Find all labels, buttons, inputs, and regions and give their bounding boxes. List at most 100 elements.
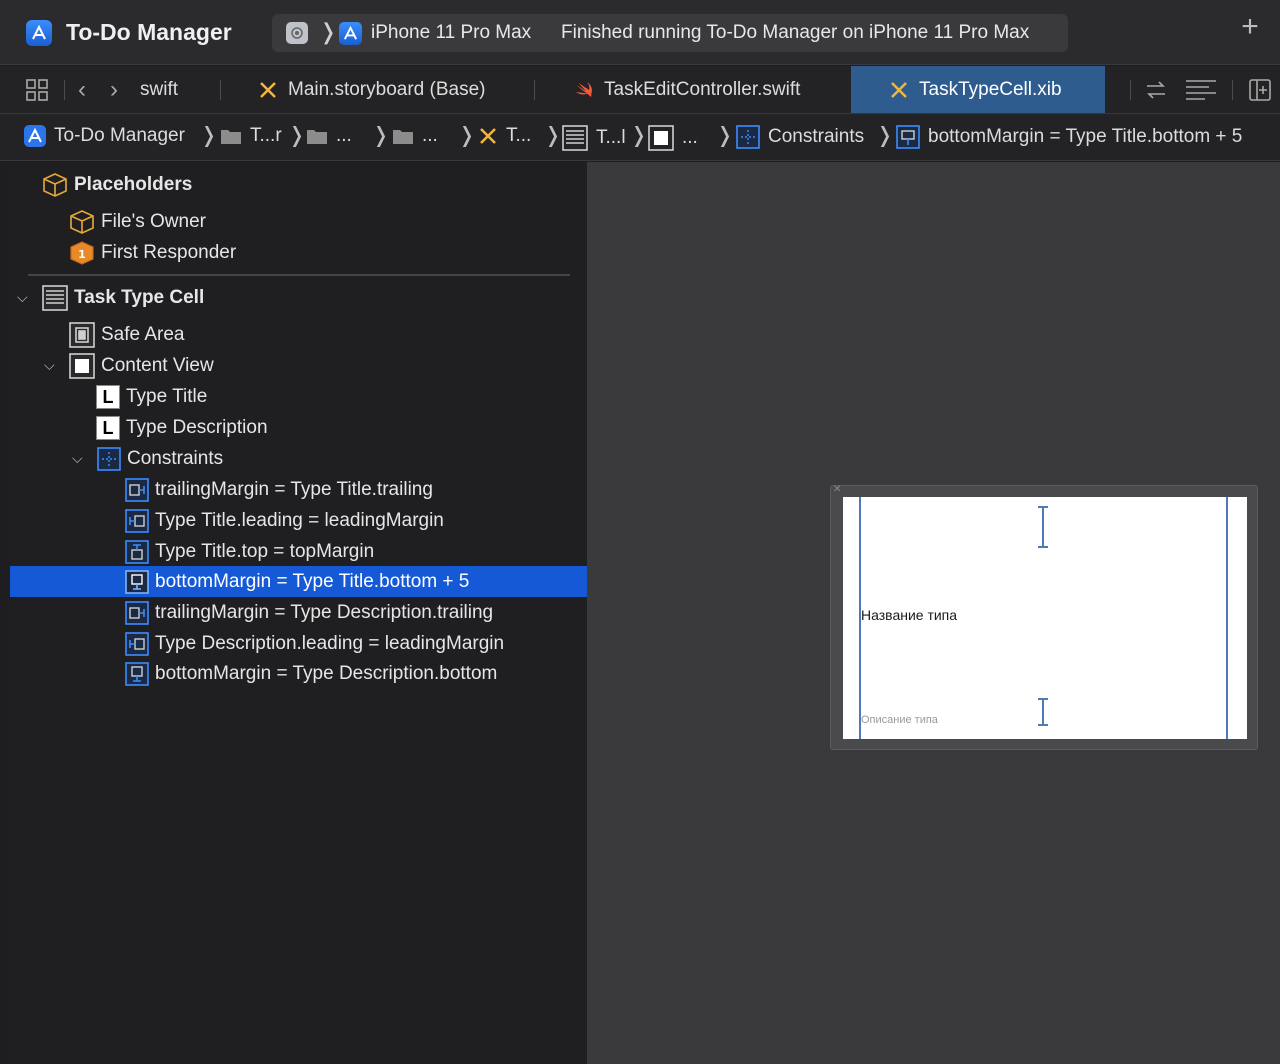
table-cell-icon bbox=[42, 285, 68, 311]
outline-row-type-description[interactable]: L Type Description bbox=[10, 413, 587, 443]
jump-item-cell[interactable]: T...l bbox=[562, 125, 626, 151]
jump-item-constraints[interactable]: Constraints bbox=[736, 125, 864, 149]
svg-text:1: 1 bbox=[78, 248, 86, 261]
chevron-right-icon: ❭ bbox=[200, 124, 218, 147]
jump-item-project[interactable]: To-Do Manager bbox=[24, 125, 185, 147]
tab-label: swift bbox=[140, 78, 178, 100]
jump-item-label: T... bbox=[506, 125, 532, 146]
tab-bar: ‹ › swift Main.storyboard (Base) TaskEdi… bbox=[0, 66, 1280, 114]
outline-label: Placeholders bbox=[74, 174, 193, 195]
destination-label[interactable]: iPhone 11 Pro Max bbox=[371, 22, 531, 44]
tab-task-type-cell[interactable]: TaskTypeCell.xib bbox=[851, 66, 1105, 113]
outline-label: trailingMargin = Type Description.traili… bbox=[155, 602, 494, 623]
outline-row-first-responder[interactable]: 1 First Responder bbox=[10, 238, 587, 268]
tab-swift[interactable]: swift bbox=[140, 66, 220, 113]
folder-icon bbox=[220, 127, 242, 145]
outline-row-content-view[interactable]: Content View bbox=[10, 351, 587, 381]
app-title: To-Do Manager bbox=[66, 19, 232, 45]
table-view-cell[interactable]: Название типа Описание типа bbox=[843, 497, 1247, 739]
cube-icon bbox=[69, 209, 95, 235]
view-icon bbox=[648, 125, 674, 151]
outline-row-constraint[interactable]: Type Description.leading = leadingMargin bbox=[10, 629, 587, 659]
outline-row-constraint[interactable]: bottomMargin = Type Description.bottom bbox=[10, 659, 587, 689]
outline-label: Safe Area bbox=[101, 324, 185, 345]
cell-scene[interactable]: ✕ Название типа Описание типа bbox=[830, 484, 1258, 750]
add-editor-icon[interactable] bbox=[1248, 78, 1272, 107]
outline-row-safe-area[interactable]: Safe Area bbox=[10, 320, 587, 350]
editor-options-icon[interactable] bbox=[1185, 78, 1217, 107]
scheme-icon[interactable] bbox=[286, 22, 308, 44]
outline-row-constraint[interactable]: Type Title.top = topMargin bbox=[10, 537, 587, 567]
jump-item-group[interactable]: ... bbox=[306, 125, 352, 147]
jump-item-group[interactable]: T...r bbox=[220, 125, 282, 147]
top-constraint-ibeam-icon[interactable] bbox=[1037, 505, 1049, 549]
outline-row-type-title[interactable]: L Type Title bbox=[10, 382, 587, 412]
jump-item-label: Constraints bbox=[768, 126, 865, 147]
outline-row-task-type-cell[interactable]: Task Type Cell bbox=[10, 283, 587, 313]
close-icon[interactable]: ✕ bbox=[833, 484, 841, 495]
jump-item-group[interactable]: ... bbox=[392, 125, 438, 147]
safe-area-icon bbox=[69, 322, 95, 348]
plus-icon[interactable]: + bbox=[1236, 12, 1264, 42]
outline-row-files-owner[interactable]: File's Owner bbox=[10, 207, 587, 237]
outline-row-constraints[interactable]: Constraints bbox=[10, 444, 587, 474]
swap-icon[interactable] bbox=[1144, 78, 1168, 107]
jump-item-view[interactable]: ... bbox=[648, 125, 698, 151]
forward-icon[interactable]: › bbox=[110, 76, 118, 104]
folder-icon bbox=[306, 127, 328, 145]
chevron-right-icon: ❭ bbox=[876, 124, 894, 147]
label-icon: L bbox=[96, 416, 120, 440]
cube-icon bbox=[42, 172, 68, 198]
outline-row-constraint[interactable]: trailingMargin = Type Title.trailing bbox=[10, 475, 587, 505]
chevron-right-icon: ❭ bbox=[288, 124, 306, 147]
folder-icon bbox=[392, 127, 414, 145]
constraint-icon bbox=[896, 125, 920, 149]
back-icon[interactable]: ‹ bbox=[78, 76, 86, 104]
jump-item-label: To-Do Manager bbox=[54, 125, 185, 146]
outline-label: Type Description bbox=[126, 417, 268, 438]
outline-row-constraint[interactable]: trailingMargin = Type Description.traili… bbox=[10, 598, 587, 628]
trailing-margin-guide bbox=[1226, 497, 1228, 739]
type-title-label[interactable]: Название типа bbox=[861, 607, 957, 623]
outline-label: Constraints bbox=[127, 448, 224, 469]
destination-app-icon[interactable] bbox=[339, 22, 362, 45]
jump-item-constraint[interactable]: bottomMargin = Type Title.bottom + 5 bbox=[896, 125, 1242, 149]
outline-row-constraint[interactable]: Type Title.leading = leadingMargin bbox=[10, 506, 587, 536]
grid-icon[interactable] bbox=[25, 78, 49, 107]
outline-label: File's Owner bbox=[101, 211, 206, 232]
type-description-label[interactable]: Описание типа bbox=[861, 714, 938, 726]
jump-item-label: ... bbox=[682, 127, 698, 148]
top-constraint-icon bbox=[125, 540, 149, 564]
jump-item-label: ... bbox=[422, 125, 438, 146]
activity-view[interactable]: ❭ iPhone 11 Pro Max Finished running To-… bbox=[272, 14, 1068, 52]
chevron-right-icon: ❭ bbox=[372, 124, 390, 147]
jump-item-label: T...l bbox=[596, 127, 626, 148]
chevron-right-icon: ❭ bbox=[544, 124, 562, 147]
document-outline: Placeholders File's Owner 1 First Respon… bbox=[10, 162, 587, 1064]
bottom-constraint-ibeam-icon[interactable] bbox=[1037, 697, 1049, 727]
tab-label: TaskEditController.swift bbox=[604, 78, 801, 100]
outline-label: Type Title.top = topMargin bbox=[155, 541, 375, 562]
tab-task-edit-controller[interactable]: TaskEditController.swift bbox=[574, 66, 850, 113]
bottom-constraint-icon bbox=[125, 569, 149, 594]
outline-label: First Responder bbox=[101, 242, 237, 263]
view-icon bbox=[69, 353, 95, 379]
chevron-right-icon: ❭ bbox=[630, 124, 648, 147]
bottom-constraint-icon bbox=[125, 662, 149, 686]
tab-label: TaskTypeCell.xib bbox=[919, 78, 1062, 100]
xib-icon bbox=[889, 80, 909, 100]
chevron-right-icon: ❭ bbox=[319, 19, 338, 44]
outline-row-constraint-selected[interactable]: bottomMargin = Type Title.bottom + 5 bbox=[10, 566, 587, 597]
outline-row-placeholders[interactable]: Placeholders bbox=[10, 170, 587, 200]
title-bar: To-Do Manager ❭ iPhone 11 Pro Max Finish… bbox=[0, 0, 1280, 65]
interface-builder-canvas[interactable]: ✕ Название типа Описание типа bbox=[587, 162, 1280, 1064]
outline-label: Type Description.leading = leadingMargin bbox=[155, 633, 505, 654]
outline-label: bottomMargin = Type Description.bottom bbox=[155, 663, 498, 684]
outline-label: Type Title.leading = leadingMargin bbox=[155, 510, 444, 531]
tab-main-storyboard[interactable]: Main.storyboard (Base) bbox=[258, 66, 534, 113]
jump-item-file[interactable]: T... bbox=[478, 125, 531, 147]
status-label: Finished running To-Do Manager on iPhone… bbox=[561, 22, 1030, 43]
first-responder-icon: 1 bbox=[69, 240, 95, 266]
table-cell-icon bbox=[562, 125, 588, 151]
outline-divider bbox=[28, 274, 570, 276]
